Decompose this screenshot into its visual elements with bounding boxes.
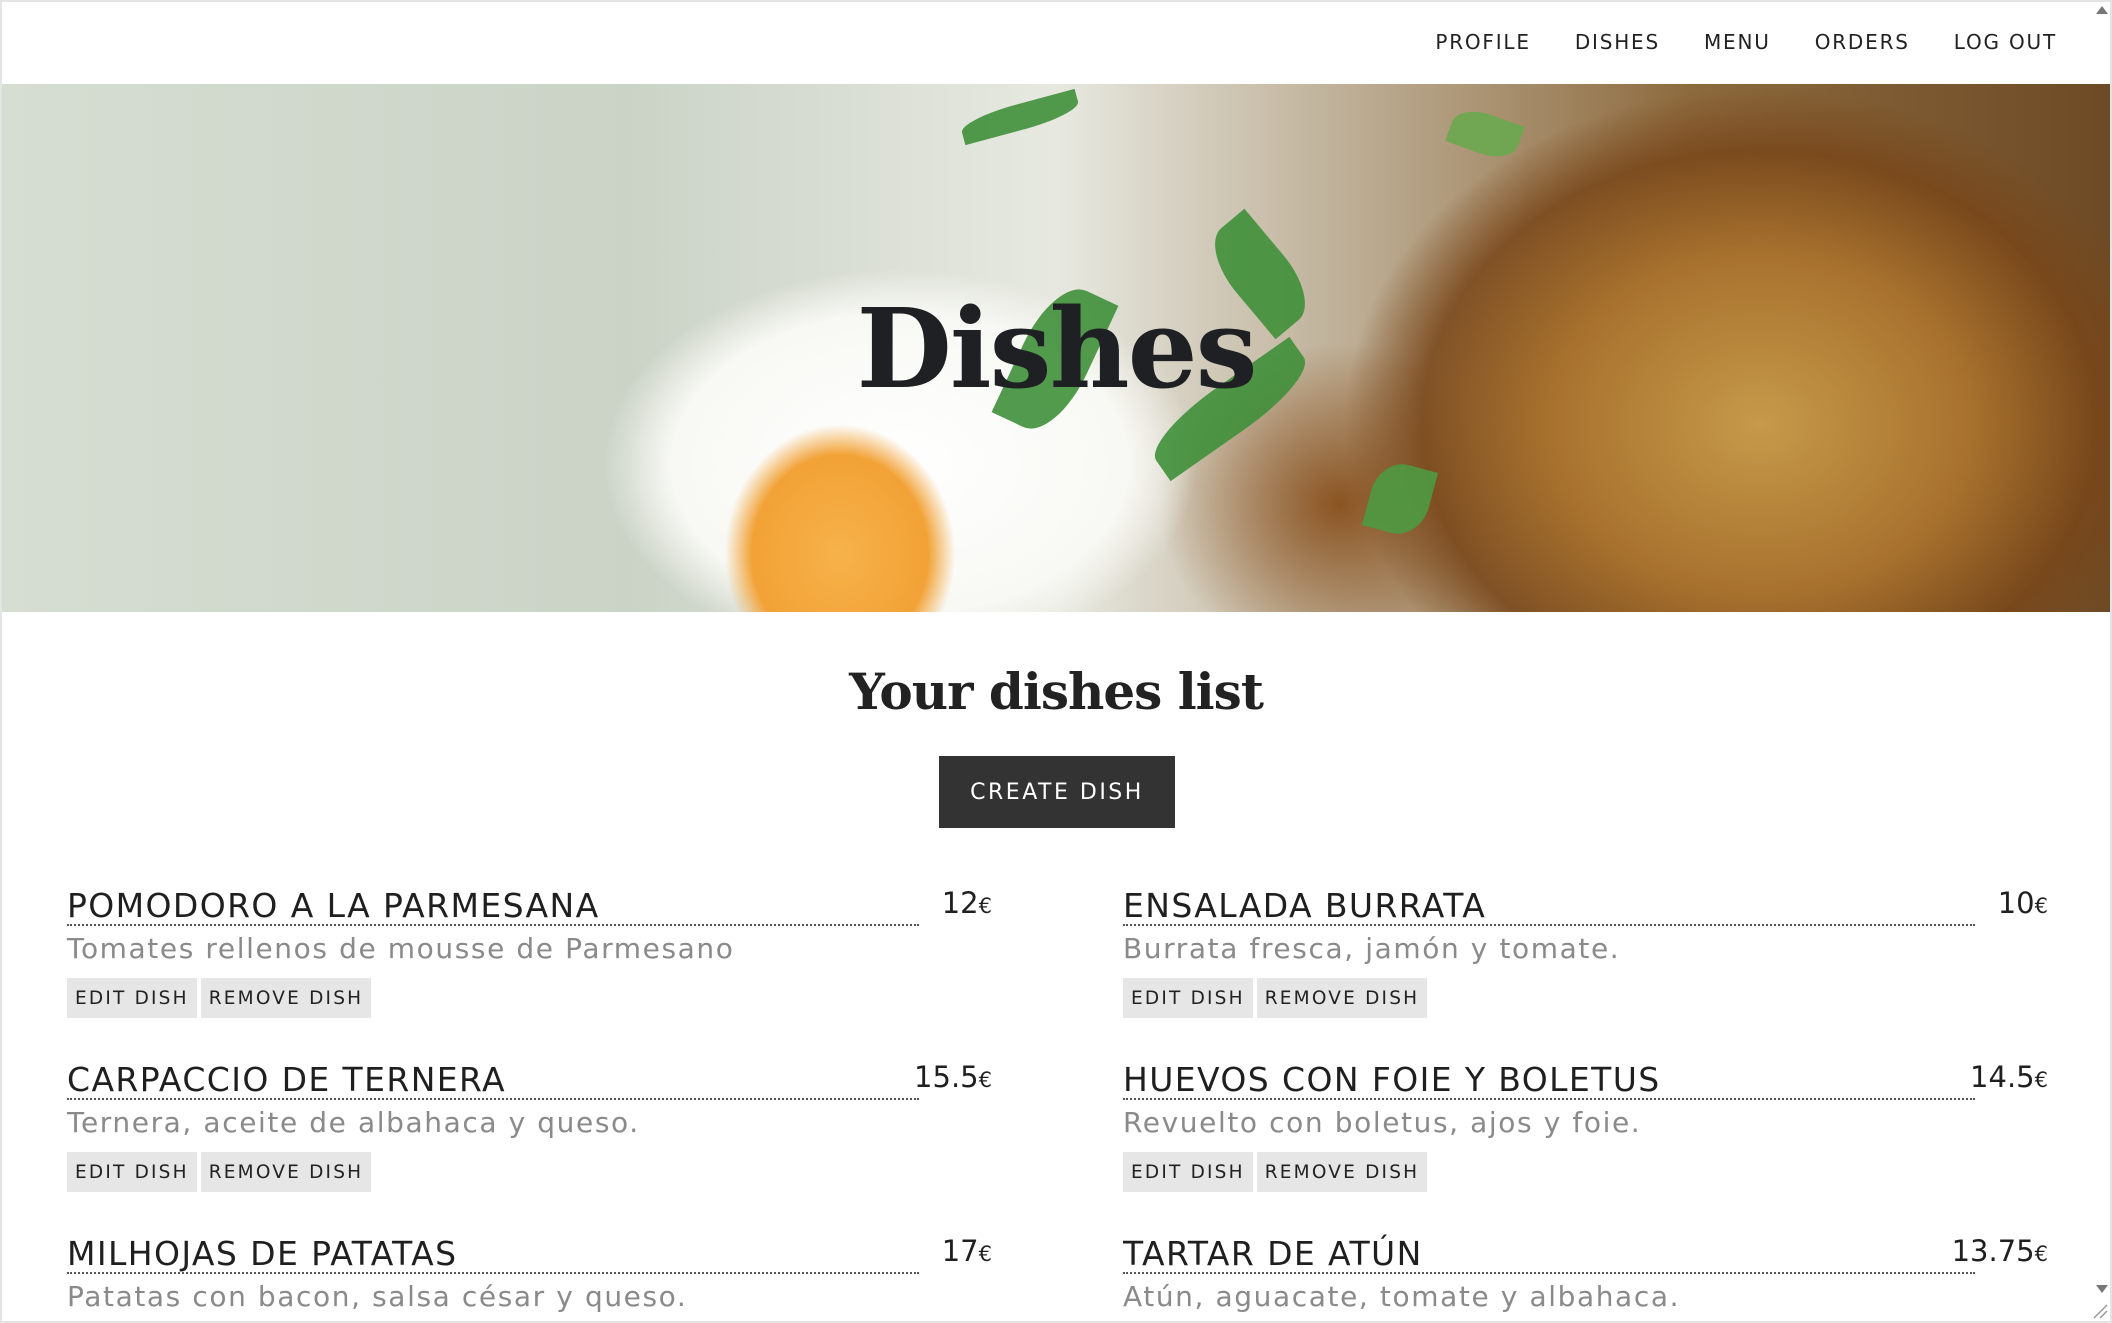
remove-dish-button[interactable]: REMOVE DISH: [1256, 1152, 1428, 1192]
dish-price: 15.5€: [914, 1057, 992, 1100]
dish-price: 10€: [1998, 883, 2048, 926]
dish-item: CARPACCIO DE TERNERA 15.5€ Ternera, acei…: [67, 1054, 992, 1204]
remove-dish-button[interactable]: REMOVE DISH: [1256, 978, 1428, 1018]
dish-description: Tomates rellenos de mousse de Parmesano: [67, 932, 735, 965]
hero-banner: Dishes: [0, 84, 2112, 612]
resize-grip-icon[interactable]: [2090, 1301, 2108, 1319]
dish-actions: EDIT DISH REMOVE DISH: [67, 978, 375, 1018]
price-value: 12: [941, 886, 979, 920]
scroll-down-arrow-icon[interactable]: [2096, 1285, 2108, 1293]
currency-symbol: €: [978, 894, 992, 918]
dish-description: Revuelto con boletus, ajos y foie.: [1123, 1106, 1642, 1139]
edit-dish-button[interactable]: EDIT DISH: [1123, 1152, 1253, 1192]
edit-dish-button[interactable]: EDIT DISH: [67, 978, 197, 1018]
dish-description: Atún, aguacate, tomate y albahaca.: [1123, 1280, 1681, 1313]
remove-dish-button[interactable]: REMOVE DISH: [200, 978, 372, 1018]
dish-item: TARTAR DE ATÚN 13.75€ Atún, aguacate, to…: [1123, 1228, 2048, 1323]
dish-price: 17€: [942, 1231, 992, 1274]
dishes-list-title: Your dishes list: [849, 662, 1264, 721]
nav-item-dishes[interactable]: DISHES: [1575, 30, 1660, 54]
nav-menu: PROFILE DISHES MENU ORDERS LOG OUT: [1391, 0, 2057, 84]
currency-symbol: €: [978, 1068, 992, 1092]
nav-item-orders[interactable]: ORDERS: [1815, 30, 1910, 54]
dish-actions: EDIT DISH REMOVE DISH: [1123, 1152, 1431, 1192]
remove-dish-button[interactable]: REMOVE DISH: [200, 1152, 372, 1192]
dish-item: MILHOJAS DE PATATAS 17€ Patatas con baco…: [67, 1228, 992, 1323]
nav-item-menu[interactable]: MENU: [1704, 30, 1771, 54]
currency-symbol: €: [2034, 1242, 2048, 1266]
dish-item: ENSALADA BURRATA 10€ Burrata fresca, jam…: [1123, 880, 2048, 1030]
currency-symbol: €: [2034, 1068, 2048, 1092]
scroll-up-arrow-icon[interactable]: [2096, 6, 2108, 14]
dish-price: 14.5€: [1970, 1057, 2048, 1100]
page-title: Dishes: [856, 284, 1258, 413]
currency-symbol: €: [2034, 894, 2048, 918]
dish-price: 13.75€: [1952, 1231, 2048, 1274]
dish-name: MILHOJAS DE PATATAS: [67, 1234, 458, 1273]
dish-name: POMODORO A LA PARMESANA: [67, 886, 600, 925]
price-value: 14.5: [1970, 1060, 2035, 1094]
dish-item: POMODORO A LA PARMESANA 12€ Tomates rell…: [67, 880, 992, 1030]
nav-item-profile[interactable]: PROFILE: [1435, 30, 1530, 54]
dish-price: 12€: [942, 883, 992, 926]
currency-symbol: €: [978, 1242, 992, 1266]
dish-name: CARPACCIO DE TERNERA: [67, 1060, 507, 1099]
dish-description: Patatas con bacon, salsa césar y queso.: [67, 1280, 688, 1313]
dish-description: Ternera, aceite de albahaca y queso.: [67, 1106, 640, 1139]
nav-item-logout[interactable]: LOG OUT: [1954, 30, 2057, 54]
price-value: 13.75: [1951, 1234, 2035, 1268]
dish-actions: EDIT DISH REMOVE DISH: [67, 1152, 375, 1192]
price-value: 17: [941, 1234, 979, 1268]
price-value: 10: [1997, 886, 2035, 920]
edit-dish-button[interactable]: EDIT DISH: [67, 1152, 197, 1192]
edit-dish-button[interactable]: EDIT DISH: [1123, 978, 1253, 1018]
price-value: 15.5: [914, 1060, 979, 1094]
top-navbar: PROFILE DISHES MENU ORDERS LOG OUT: [0, 0, 2112, 84]
dish-name: TARTAR DE ATÚN: [1123, 1234, 1423, 1273]
dish-description: Burrata fresca, jamón y tomate.: [1123, 932, 1621, 965]
dish-actions: EDIT DISH REMOVE DISH: [1123, 978, 1431, 1018]
dish-name: ENSALADA BURRATA: [1123, 886, 1487, 925]
dish-name: HUEVOS CON FOIE Y BOLETUS: [1123, 1060, 1661, 1099]
dish-item: HUEVOS CON FOIE Y BOLETUS 14.5€ Revuelto…: [1123, 1054, 2048, 1204]
create-dish-button[interactable]: CREATE DISH: [939, 756, 1175, 828]
